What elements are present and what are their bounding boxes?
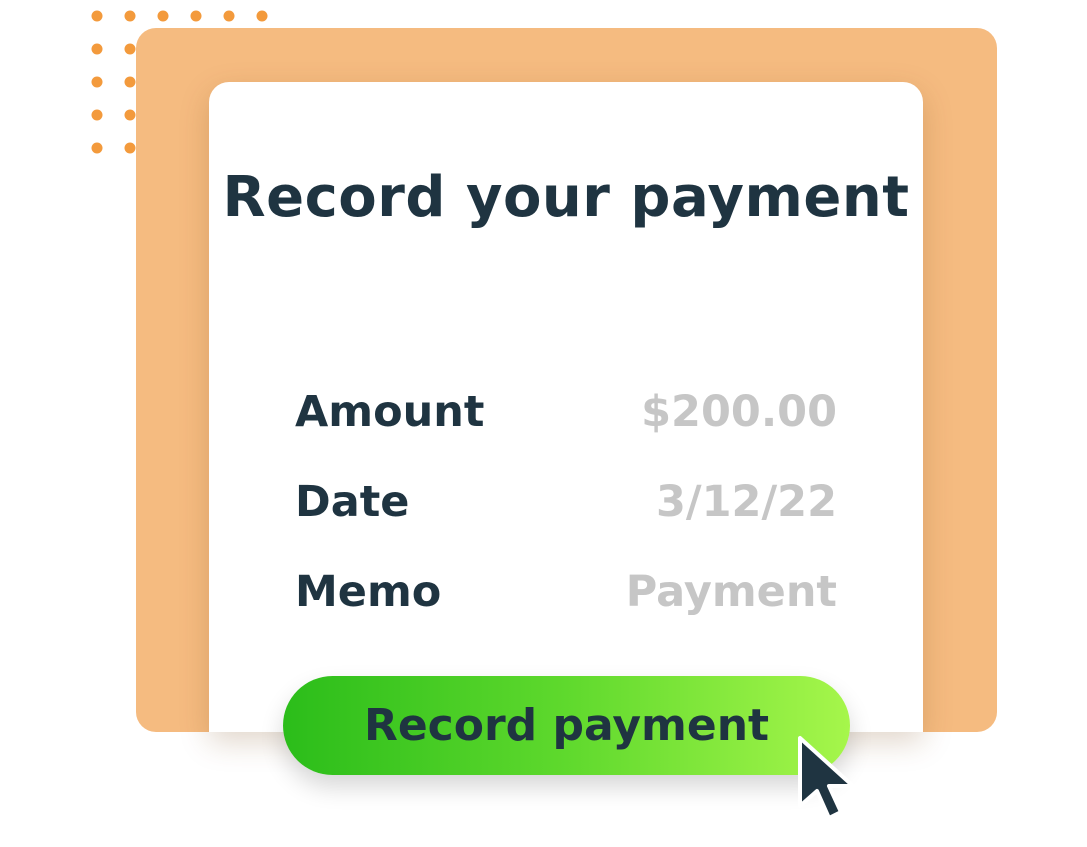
card-title: Record your payment — [222, 165, 910, 230]
mouse-pointer-icon — [798, 736, 855, 820]
memo-row: Memo Payment — [295, 562, 837, 622]
amount-row: Amount $200.00 — [295, 382, 837, 442]
record-payment-button[interactable]: Record payment — [283, 676, 850, 775]
amount-value[interactable]: $200.00 — [641, 382, 837, 442]
date-value[interactable]: 3/12/22 — [656, 472, 837, 532]
amount-label: Amount — [295, 387, 485, 437]
payment-card: Record your payment Amount $200.00 Date … — [209, 82, 923, 732]
date-label: Date — [295, 477, 410, 527]
date-row: Date 3/12/22 — [295, 472, 837, 532]
memo-label: Memo — [295, 567, 442, 617]
memo-value[interactable]: Payment — [626, 562, 837, 622]
